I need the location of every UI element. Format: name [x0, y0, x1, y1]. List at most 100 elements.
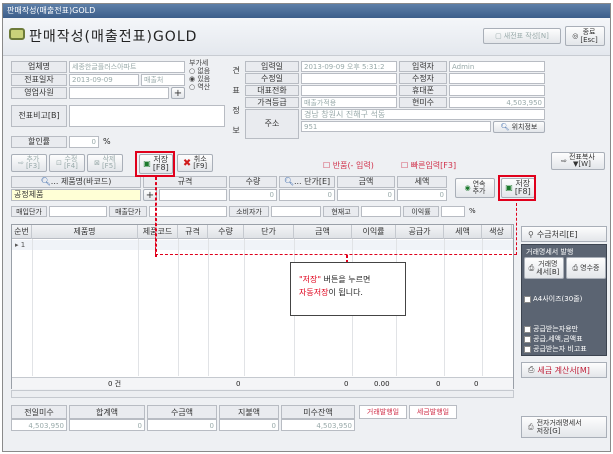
delete-button[interactable]: ⊠ 삭제 [F5]	[87, 154, 123, 172]
col-product[interactable]: 제품명	[32, 225, 138, 239]
tax-input[interactable]: 0	[397, 189, 447, 201]
amount-input[interactable]: 0	[337, 189, 395, 201]
printer-icon: ⎙	[572, 263, 579, 272]
date-type-select[interactable]: 매출처	[141, 74, 185, 86]
amount-label: 금액	[337, 176, 395, 188]
price-grade-field[interactable]: 매출가적용	[301, 97, 397, 108]
add-row-icon: ⇨	[18, 158, 24, 167]
qty-input[interactable]: 0	[229, 189, 277, 201]
supply-tax-checkbox[interactable]: 공급,세액,금액표	[524, 334, 583, 344]
inputter-field: Admin	[449, 61, 545, 72]
balance-value: 4,503,950	[281, 419, 355, 431]
add-sales-button[interactable]: +	[171, 87, 185, 99]
unit-price-label: 🔍︎... 단가[E]	[279, 176, 335, 188]
checkbox-box	[524, 345, 531, 353]
a4-checkbox[interactable]: A4사이즈(30줄)	[524, 294, 582, 304]
exit-icon: ◎	[572, 32, 579, 40]
rep-phone-field[interactable]	[301, 85, 397, 96]
edit-button[interactable]: ⊡ 수정 [F4]	[49, 154, 85, 172]
current-due-label: 현미수	[399, 97, 447, 108]
total-value: 0	[69, 419, 145, 431]
statement-button[interactable]: ⎙ 거래명 세서[B]	[524, 257, 564, 279]
col-seq[interactable]: 순번	[12, 225, 32, 239]
mobile-field[interactable]	[449, 85, 545, 96]
address-field[interactable]: 경남 창원시 진해구 석동	[301, 109, 545, 120]
tax-label: 세액	[397, 176, 447, 188]
modifier-field	[449, 73, 545, 84]
slip-info-side-label: 견 표 정 보	[232, 66, 240, 135]
return-checkbox[interactable]: ☐ 반품(- 입력)	[323, 160, 374, 171]
page-title: 판매작성(매출전표)GOLD	[29, 29, 198, 45]
summary-tax: 0	[474, 380, 479, 388]
add-button[interactable]: ⇨ 추가 [F3]	[11, 154, 47, 172]
memo-field[interactable]	[69, 105, 225, 127]
discount-label: 할인률	[11, 136, 67, 148]
input-date-label: 입력일	[245, 61, 299, 72]
edit-icon: ⊡	[56, 158, 62, 167]
collected-label: 수금액	[147, 405, 217, 419]
wallet-icon	[9, 28, 25, 40]
receiver-only-checkbox[interactable]: 공급받는자용만	[524, 324, 578, 334]
buy-price-field	[49, 206, 107, 217]
modify-date-field	[301, 73, 397, 84]
callout-line-1: "저장" 버튼을 누르면	[299, 275, 371, 284]
company-field[interactable]: 세종한글플러스아파트	[69, 61, 185, 73]
collect-icon: ⚲	[528, 229, 534, 239]
memo-label: 전표비고[B]	[11, 105, 67, 127]
vat-option-none[interactable]: ○ 없음	[189, 67, 231, 75]
window-titlebar: 판매작성(매출전표)GOLD	[3, 4, 610, 18]
sales-select[interactable]	[69, 87, 169, 99]
qty-label: 수량	[229, 176, 277, 188]
paid-label: 지불액	[219, 405, 279, 419]
continuous-add-button[interactable]: ◉ 연속 추가	[455, 178, 495, 198]
tax-invoice-button[interactable]: ⎙ 세금 계산서[M]	[521, 362, 607, 378]
spec-input[interactable]	[159, 189, 227, 201]
sales-label: 영업사원	[11, 87, 67, 99]
vat-group: 부가세 ○ 없음 ◉ 있음 ○ 역산	[189, 59, 231, 97]
summary-amount: 0	[344, 380, 349, 388]
entry-save-highlight-box	[498, 175, 536, 201]
modify-date-label: 수정일	[245, 73, 299, 84]
e-statement-button[interactable]: ⎙ 전자거래명세서 저장[G]	[521, 416, 607, 438]
unit-price-input[interactable]: 0	[279, 189, 335, 201]
modifier-label: 수정자	[399, 73, 447, 84]
page-header: 판매작성(매출전표)GOLD ▢ 새전표 작성[N] ◎ 종료 [Esc]	[3, 18, 610, 56]
cancel-icon: ✖	[182, 157, 192, 169]
input-date-field: 2013-09-09 오후 5:31:2	[301, 61, 397, 72]
price-grade-label: 가격등급	[245, 97, 299, 108]
copy-icon: ⇨	[561, 156, 568, 165]
summary-margin: 0.00	[374, 380, 390, 388]
new-slip-button[interactable]: ▢ 새전표 작성[N]	[483, 28, 561, 44]
location-button[interactable]: 🔍︎ 위치정보	[493, 121, 545, 133]
search-icon: 🔍︎	[283, 177, 294, 186]
exit-button[interactable]: ◎ 종료 [Esc]	[565, 26, 605, 46]
grid-summary-row: 0 건 0 0 0.00 0 0	[12, 377, 513, 389]
receiver-memo-checkbox[interactable]: 공급받는자 비고표	[524, 344, 587, 354]
cancel-button[interactable]: ✖ 취소 [F9]	[177, 154, 213, 172]
collect-button[interactable]: ⚲ 수금처리[E]	[521, 226, 607, 242]
receipt-button[interactable]: ⎙ 영수증	[566, 257, 606, 279]
checkbox-box	[524, 295, 531, 303]
discount-field[interactable]: 0	[69, 136, 99, 148]
mobile-label: 휴대폰	[399, 85, 447, 96]
collected-value: 0	[147, 419, 217, 431]
date-field[interactable]: 2013-09-09	[69, 74, 139, 86]
search-icon: 🔍︎	[40, 177, 51, 186]
checkbox-box	[524, 335, 531, 343]
zip-field[interactable]: 951	[301, 121, 491, 132]
product-input[interactable]: 공정제품	[11, 189, 141, 201]
callout-line-2: 자동저장이 됩니다.	[299, 288, 363, 297]
vat-option-yes[interactable]: ◉ 있음	[189, 75, 231, 83]
prev-due-value: 4,503,950	[11, 419, 67, 431]
continuous-icon: ◉	[464, 183, 471, 192]
vat-option-reverse[interactable]: ○ 역산	[189, 83, 231, 91]
summary-qty: 0	[236, 380, 241, 388]
copy-slip-button[interactable]: ⇨ 전표복사 ▼[W]	[551, 152, 605, 170]
document-icon: ▢	[495, 32, 502, 40]
grid-horizontal-scrollbar[interactable]	[11, 390, 514, 398]
current-due-field: 4,503,950	[449, 97, 545, 108]
printer-icon: ⎙	[528, 423, 534, 431]
annotation-callout: "저장" 버튼을 누르면 자동저장이 됩니다.	[290, 262, 406, 316]
issue-header: 거래명세서 발행	[526, 248, 574, 256]
quick-input-checkbox[interactable]: ☐ 빠른입력[F3]	[401, 160, 456, 171]
